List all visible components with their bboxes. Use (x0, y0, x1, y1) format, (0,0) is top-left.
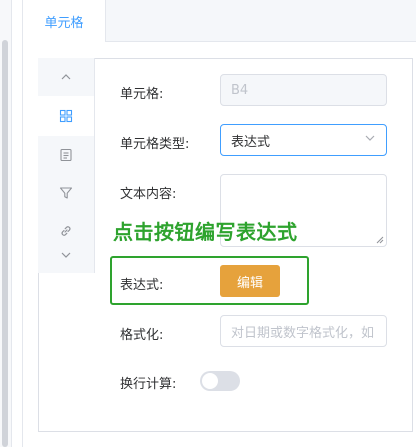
text-content-label: 文本内容: (120, 187, 177, 202)
cell-type-label: 单元格类型: (120, 137, 190, 152)
edit-expression-button[interactable]: 编辑 (220, 265, 280, 297)
cell-value: B4 (231, 82, 249, 98)
tab-bar: 单元格 (22, 0, 416, 42)
annotation-hint-text: 点击按钮编写表达式 (113, 220, 298, 244)
expression-label: 表达式: (120, 278, 164, 293)
left-scrollbar[interactable] (2, 40, 8, 447)
cell-type-select[interactable]: 表达式 (220, 124, 387, 156)
cell-label: 单元格: (120, 87, 164, 102)
format-placeholder: 对日期或数字格式化，如 (231, 325, 375, 341)
grid-icon[interactable] (38, 96, 94, 136)
side-nav (38, 58, 95, 273)
filter-icon[interactable] (38, 174, 94, 212)
cell-type-value: 表达式 (231, 134, 271, 150)
chevron-down-icon[interactable] (38, 236, 94, 274)
left-panel-edge (0, 0, 12, 447)
tab-cell[interactable]: 单元格 (23, 0, 106, 42)
chevron-up-icon[interactable] (38, 58, 94, 96)
cell-input: B4 (220, 74, 387, 106)
format-input[interactable]: 对日期或数字格式化，如 (220, 315, 387, 347)
format-label: 格式化: (120, 328, 164, 343)
chevron-down-icon (364, 132, 376, 148)
resize-grip-icon[interactable] (376, 236, 384, 244)
toggle-knob (202, 373, 218, 389)
document-icon[interactable] (38, 136, 94, 174)
wrap-calc-toggle[interactable] (200, 371, 240, 391)
wrap-calc-label: 换行计算: (120, 377, 177, 392)
